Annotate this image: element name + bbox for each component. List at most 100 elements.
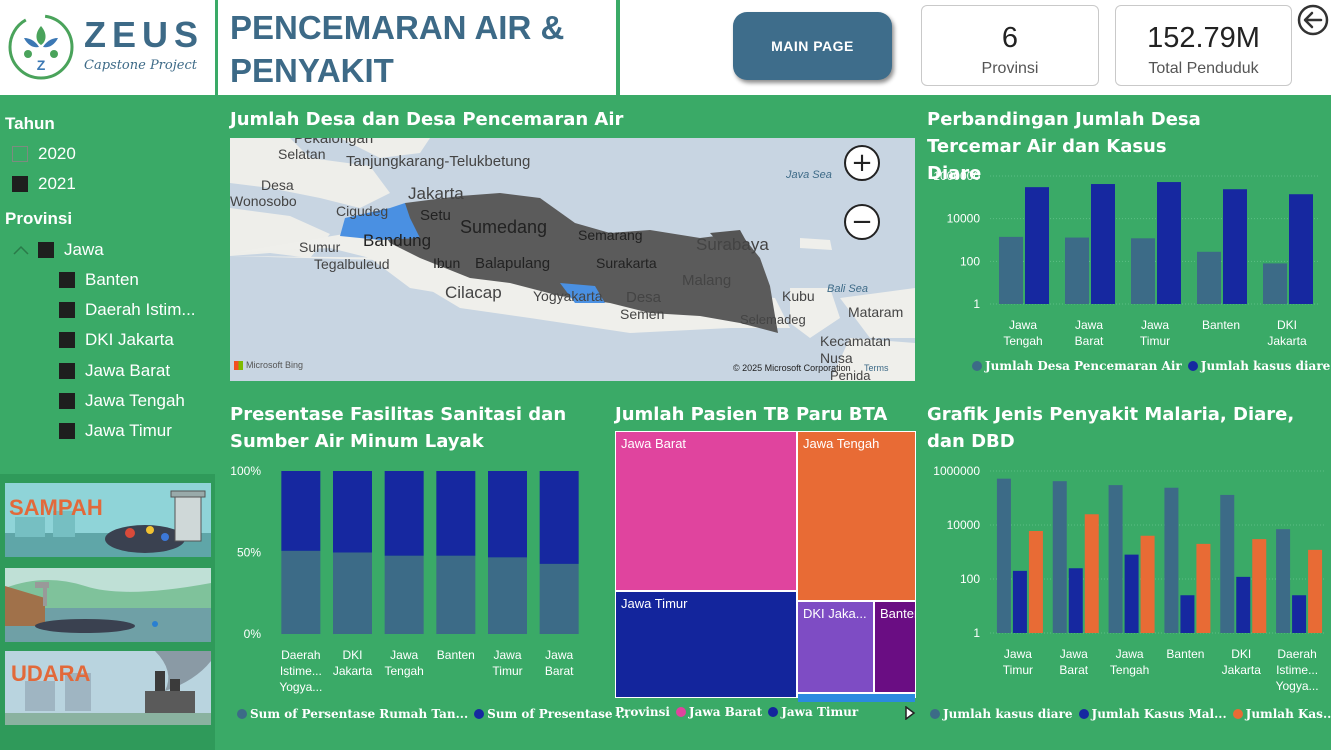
year-option-2021[interactable]: 2021 bbox=[12, 174, 76, 194]
map-label: Selemadeg bbox=[740, 312, 806, 327]
map-label: Java Sea bbox=[786, 169, 832, 181]
legend-label: Jumlah Desa Pencemaran Air bbox=[985, 359, 1182, 373]
map-label: Kecamatan bbox=[820, 333, 891, 349]
x-tick-label: Daerah Istime... Yogya... bbox=[1276, 647, 1319, 693]
y-tick-label: 100 bbox=[960, 572, 980, 586]
zoom-in-icon[interactable]: + bbox=[844, 145, 880, 181]
kpi-label: Total Penduduk bbox=[1148, 60, 1259, 77]
treemap-tile[interactable] bbox=[798, 694, 915, 702]
zoom-out-icon[interactable]: − bbox=[844, 204, 880, 240]
x-tick-label: Jawa Timur bbox=[1003, 647, 1033, 677]
checkbox-icon[interactable] bbox=[12, 146, 28, 162]
bing-logo: Microsoft Bing bbox=[234, 360, 303, 370]
map-label: Semarang bbox=[578, 227, 643, 243]
back-arrow-icon[interactable] bbox=[1297, 4, 1329, 36]
chevron-up-icon[interactable] bbox=[12, 244, 30, 256]
treemap-legend: Provinsi Jawa Barat Jawa Timur bbox=[615, 705, 858, 719]
legend-label: Jumlah Kas... bbox=[1245, 707, 1331, 721]
x-tick-label: Jawa Tengah bbox=[384, 648, 423, 678]
legend-next-icon[interactable] bbox=[904, 706, 916, 720]
province-option[interactable]: Daerah Istim... bbox=[59, 300, 196, 320]
kpi-card-provinsi: 6 Provinsi bbox=[921, 5, 1099, 86]
map-label: Surakarta bbox=[596, 255, 657, 271]
legend-dot bbox=[1187, 361, 1198, 371]
x-tick-label: DKI Jakarta bbox=[1267, 318, 1307, 348]
nav-sampah-label: SAMPAH bbox=[9, 495, 103, 520]
svg-text:Z: Z bbox=[37, 57, 46, 73]
bar bbox=[1164, 487, 1179, 633]
treemap-tile[interactable]: Jawa Barat bbox=[616, 432, 796, 590]
map-label: Ibun bbox=[433, 255, 461, 271]
kpi-label: Provinsi bbox=[981, 60, 1039, 77]
treemap-tile[interactable]: Banten bbox=[875, 602, 915, 692]
province-option[interactable]: Banten bbox=[59, 270, 139, 290]
checkbox-icon[interactable] bbox=[59, 423, 75, 439]
y-tick-label: 100% bbox=[230, 464, 261, 478]
treemap-tile[interactable]: DKI Jaka... bbox=[798, 602, 873, 692]
bar-segment bbox=[436, 471, 476, 556]
map-label: Balapulang bbox=[475, 255, 551, 272]
checkbox-icon[interactable] bbox=[59, 393, 75, 409]
y-tick-label: 0% bbox=[244, 627, 262, 641]
year-slicer-title: Tahun bbox=[5, 114, 55, 133]
main-page-button[interactable]: MAIN PAGE bbox=[733, 12, 892, 80]
province-option-label: Daerah Istim... bbox=[85, 300, 196, 319]
map-label: Sumedang bbox=[460, 217, 548, 237]
bar bbox=[1276, 529, 1291, 633]
water-pollution-illustration-icon bbox=[5, 568, 211, 642]
province-option[interactable]: Jawa Barat bbox=[59, 361, 170, 381]
x-tick-label: Daerah Istime... Yogya... bbox=[279, 648, 322, 694]
y-tick-label: 1000000 bbox=[933, 169, 980, 183]
logo-panel: Z ZEUS Capstone Project bbox=[0, 0, 215, 95]
province-option[interactable]: Jawa Timur bbox=[59, 421, 172, 441]
checkbox-icon[interactable] bbox=[38, 242, 54, 258]
province-option[interactable]: Jawa Tengah bbox=[59, 391, 185, 411]
map-label: Yogyakarta bbox=[533, 288, 603, 304]
bing-text: Microsoft Bing bbox=[246, 360, 304, 370]
kpi-card-total-penduduk: 152.79M Total Penduduk bbox=[1115, 5, 1292, 86]
map-attribution: © 2025 Microsoft Corporation bbox=[733, 363, 851, 373]
checkbox-icon[interactable] bbox=[59, 302, 75, 318]
chart-sanitasi: 100% 50% 0% Daerah Istime... Yogya... DKI Jakar… bbox=[230, 464, 579, 694]
checkbox-icon[interactable] bbox=[12, 176, 28, 192]
year-option-2020[interactable]: 2020 bbox=[12, 144, 76, 164]
province-option-label: DKI Jakarta bbox=[85, 330, 174, 349]
checkbox-icon[interactable] bbox=[59, 332, 75, 348]
province-option[interactable]: DKI Jakarta bbox=[59, 330, 174, 350]
nav-udara[interactable]: UDARA bbox=[5, 651, 211, 725]
checkbox-icon[interactable] bbox=[59, 363, 75, 379]
province-option-label: Jawa Barat bbox=[85, 361, 171, 380]
legend-label: Jumlah Kasus Mal... bbox=[1091, 707, 1227, 721]
treemap-tile[interactable]: Jawa Tengah bbox=[798, 432, 915, 600]
checkbox-icon[interactable] bbox=[59, 272, 75, 288]
nav-air[interactable] bbox=[5, 568, 211, 642]
bar bbox=[1197, 251, 1221, 304]
treemap-tile[interactable]: Jawa Timur bbox=[616, 592, 796, 697]
legend-label: Jawa Timur bbox=[781, 705, 859, 719]
map-label: Malang bbox=[682, 272, 732, 289]
bar-segment bbox=[333, 552, 372, 634]
province-option-label: Jawa Timur bbox=[85, 421, 172, 440]
x-tick-label: Jawa Barat bbox=[1075, 318, 1104, 348]
x-tick-label: Jawa Barat bbox=[1059, 647, 1088, 677]
legend-dot bbox=[1078, 709, 1089, 719]
bar bbox=[1068, 568, 1083, 633]
map-label: Sumur bbox=[299, 239, 341, 255]
bar bbox=[1252, 539, 1267, 633]
province-group-jawa[interactable]: Jawa bbox=[12, 240, 104, 260]
province-option-label: Banten bbox=[85, 270, 139, 289]
legend-dot bbox=[930, 709, 940, 719]
chart-sanitasi-legend: Sum of Persentase Rumah Tan... Sum of Pr… bbox=[237, 707, 629, 721]
x-tick-label: Banten bbox=[1202, 318, 1240, 332]
map-label: Bandung bbox=[363, 231, 432, 250]
bar bbox=[1065, 237, 1089, 304]
legend-dot bbox=[972, 361, 982, 371]
map-terms-link[interactable]: Terms bbox=[864, 363, 889, 373]
java-map[interactable]: Pekalongan Selatan Tanjungkarang-Telukbe… bbox=[230, 138, 915, 381]
nav-sampah[interactable]: SAMPAH bbox=[5, 483, 211, 557]
bar-segment bbox=[539, 563, 579, 634]
x-tick-label: Jawa Tengah bbox=[1003, 318, 1042, 348]
bar bbox=[1220, 494, 1235, 633]
chart-sanitasi-title: Presentase Fasilitas Sanitasi dan Sumber… bbox=[230, 404, 567, 452]
map-title: Jumlah Desa dan Desa Pencemaran Air bbox=[230, 109, 624, 130]
